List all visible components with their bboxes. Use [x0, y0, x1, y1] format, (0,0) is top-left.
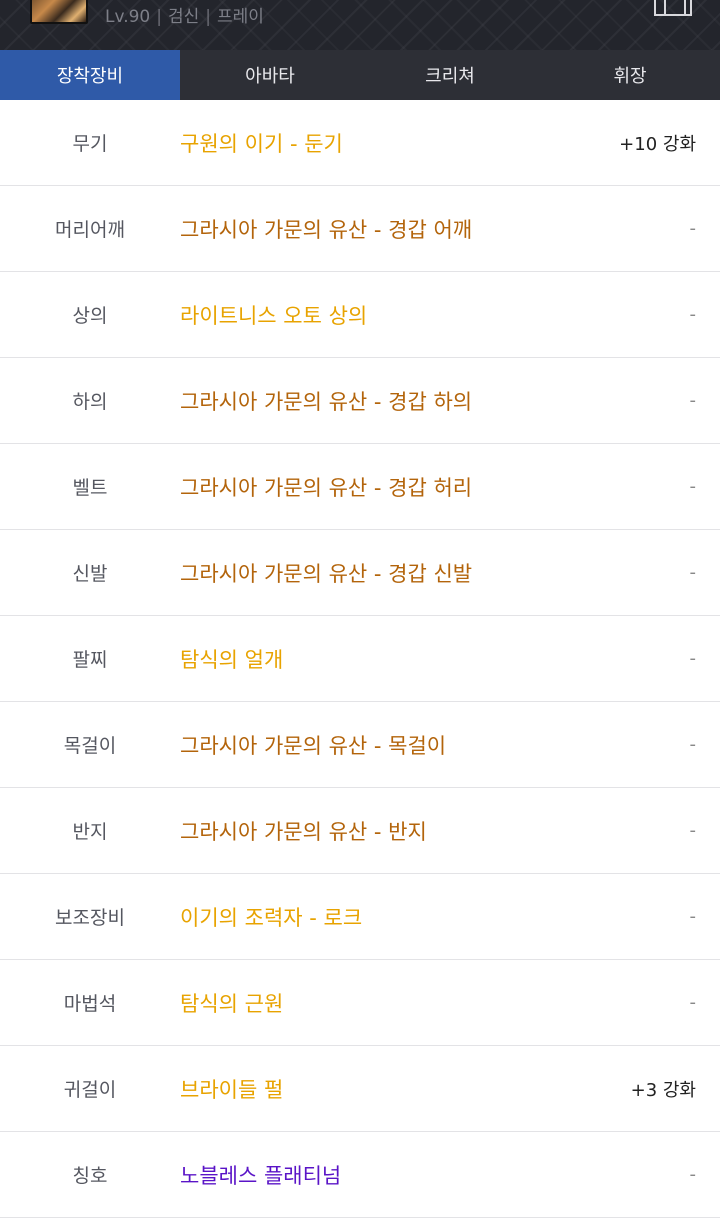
- tab-creature[interactable]: 크리쳐: [360, 50, 540, 100]
- slot-label: 팔찌: [72, 649, 108, 671]
- equipment-row[interactable]: 하의 그라시아 가문의 유산 - 경갑 하의 -: [0, 358, 720, 444]
- slot-label: 상의: [72, 305, 108, 327]
- slot-label: 머리어깨: [55, 219, 125, 241]
- character-avatar[interactable]: [30, 0, 88, 24]
- equipment-row[interactable]: 벨트 그라시아 가문의 유산 - 경갑 허리 -: [0, 444, 720, 530]
- equipment-row[interactable]: 마법석 탐식의 근원 -: [0, 960, 720, 1046]
- tab-emblem[interactable]: 휘장: [540, 50, 720, 100]
- slot-label: 보조장비: [55, 907, 125, 929]
- slot-label: 하의: [72, 391, 108, 413]
- item-name[interactable]: 그라시아 가문의 유산 - 경갑 어깨: [180, 186, 472, 271]
- item-name[interactable]: 이기의 조력자 - 로크: [180, 874, 362, 959]
- item-enhancement: -: [689, 1164, 697, 1185]
- slot-label: 칭호: [72, 1165, 108, 1187]
- item-name[interactable]: 탐식의 얼개: [180, 616, 283, 701]
- character-job: 검신: [167, 7, 200, 27]
- equipment-row[interactable]: 머리어깨 그라시아 가문의 유산 - 경갑 어깨 -: [0, 186, 720, 272]
- item-name[interactable]: 브라이들 펄: [180, 1046, 283, 1131]
- slot-label: 신발: [72, 563, 108, 585]
- separator: |: [205, 7, 211, 27]
- tab-equipment[interactable]: 장착장비: [0, 50, 180, 100]
- slot-label: 마법석: [63, 993, 117, 1015]
- slot-label: 반지: [72, 821, 108, 843]
- equipment-row[interactable]: 귀걸이 브라이들 펄 +3 강화: [0, 1046, 720, 1132]
- item-name[interactable]: 그라시아 가문의 유산 - 경갑 하의: [180, 358, 472, 443]
- character-info: Lv.90 | 검신 | 프레이: [105, 2, 264, 27]
- item-name[interactable]: 구원의 이기 - 둔기: [180, 100, 343, 185]
- item-name[interactable]: 그라시아 가문의 유산 - 목걸이: [180, 702, 446, 787]
- item-enhancement: +10 강화: [619, 133, 696, 155]
- item-enhancement: -: [689, 820, 697, 841]
- slot-label: 무기: [72, 133, 108, 155]
- item-enhancement: -: [689, 218, 697, 239]
- item-name[interactable]: 그라시아 가문의 유산 - 경갑 신발: [180, 530, 472, 615]
- equipment-row[interactable]: 칭호 노블레스 플래티넘 -: [0, 1132, 720, 1218]
- equipment-row[interactable]: 신발 그라시아 가문의 유산 - 경갑 신발 -: [0, 530, 720, 616]
- item-enhancement: -: [689, 390, 697, 411]
- item-enhancement: -: [689, 476, 697, 497]
- item-enhancement: -: [689, 734, 697, 755]
- item-enhancement: -: [689, 648, 697, 669]
- equipment-tabs: 장착장비 아바타 크리쳐 휘장: [0, 50, 720, 100]
- item-enhancement: +3 강화: [630, 1079, 696, 1101]
- equipment-row[interactable]: 보조장비 이기의 조력자 - 로크 -: [0, 874, 720, 960]
- item-enhancement: -: [689, 562, 697, 583]
- equipment-row[interactable]: 목걸이 그라시아 가문의 유산 - 목걸이 -: [0, 702, 720, 788]
- equipment-row[interactable]: 팔찌 탐식의 얼개 -: [0, 616, 720, 702]
- equipment-list: 무기 구원의 이기 - 둔기 +10 강화 머리어깨 그라시아 가문의 유산 -…: [0, 100, 720, 1218]
- gate-icon[interactable]: [654, 0, 692, 16]
- item-enhancement: -: [689, 992, 697, 1013]
- item-name[interactable]: 노블레스 플래티넘: [180, 1132, 341, 1217]
- character-server: 프레이: [217, 7, 264, 27]
- slot-label: 벨트: [72, 477, 108, 499]
- slot-label: 목걸이: [63, 735, 117, 757]
- item-name[interactable]: 라이트니스 오토 상의: [180, 272, 367, 357]
- character-header: Lv.90 | 검신 | 프레이: [0, 0, 720, 50]
- tab-avatar[interactable]: 아바타: [180, 50, 360, 100]
- item-enhancement: -: [689, 304, 697, 325]
- equipment-row[interactable]: 반지 그라시아 가문의 유산 - 반지 -: [0, 788, 720, 874]
- item-name[interactable]: 그라시아 가문의 유산 - 반지: [180, 788, 427, 873]
- character-level: Lv.90: [105, 7, 151, 27]
- equipment-row[interactable]: 무기 구원의 이기 - 둔기 +10 강화: [0, 100, 720, 186]
- item-name[interactable]: 그라시아 가문의 유산 - 경갑 허리: [180, 444, 472, 529]
- separator: |: [156, 7, 162, 27]
- slot-label: 귀걸이: [63, 1079, 117, 1101]
- item-enhancement: -: [689, 906, 697, 927]
- equipment-row[interactable]: 상의 라이트니스 오토 상의 -: [0, 272, 720, 358]
- item-name[interactable]: 탐식의 근원: [180, 960, 283, 1045]
